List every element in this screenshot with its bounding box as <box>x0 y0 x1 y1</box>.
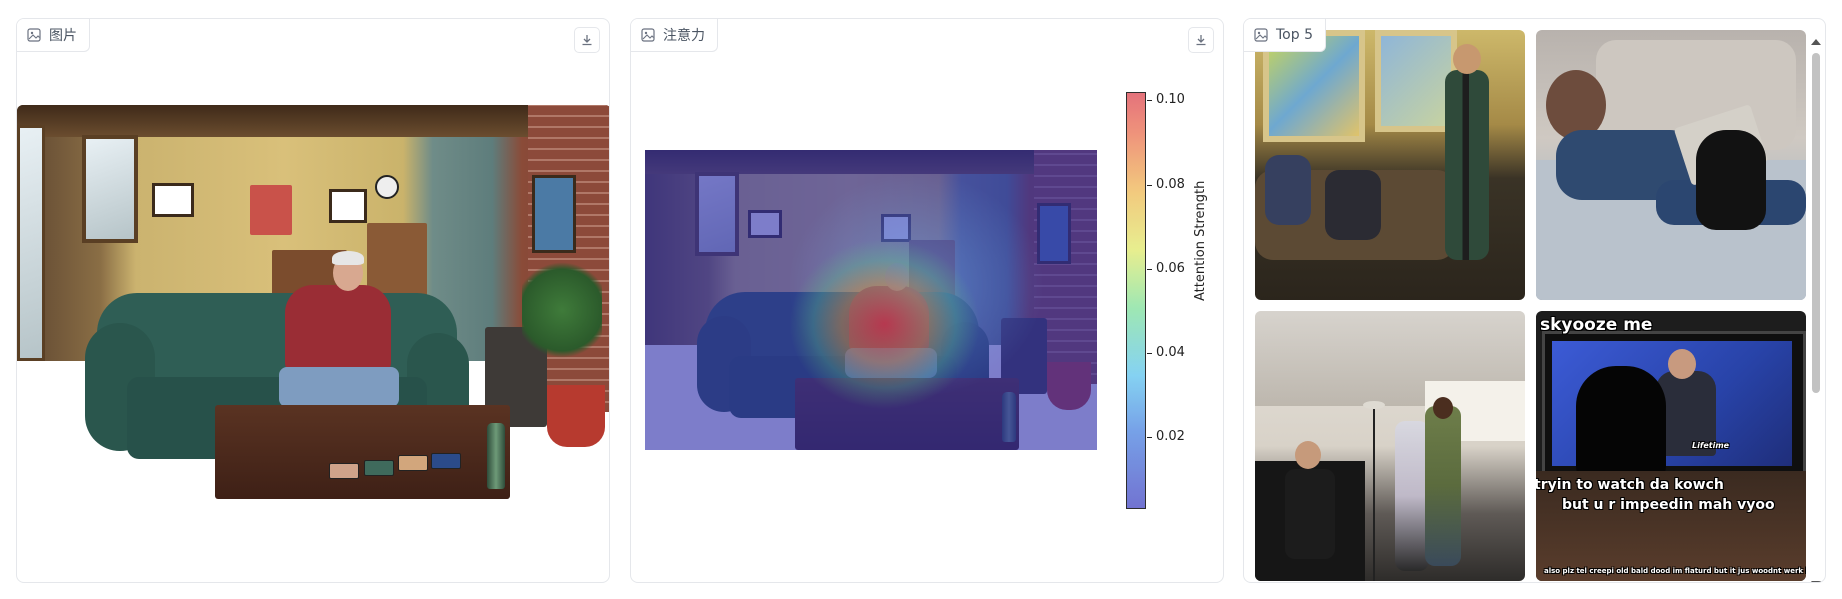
download-button[interactable] <box>574 27 600 53</box>
colorbar-tick-label: 0.02 <box>1156 429 1185 445</box>
colorbar-tick-label: 0.08 <box>1156 176 1185 192</box>
top5-panel-title: Top 5 <box>1276 27 1313 43</box>
image-panel-title: 图片 <box>49 28 77 44</box>
colorbar-tick <box>1147 268 1152 270</box>
meme-caption-middle-1: tryin to watch da kowch <box>1536 477 1724 493</box>
gallery-thumbnail[interactable] <box>1536 30 1806 300</box>
image-icon <box>641 28 655 42</box>
meme-caption-top: skyooze me <box>1540 315 1653 335</box>
colorbar-tick <box>1147 100 1152 102</box>
image-icon <box>27 28 41 42</box>
living-room-photo <box>17 105 609 499</box>
scrollbar-thumb[interactable] <box>1812 53 1820 393</box>
gallery-thumbnail[interactable] <box>1255 311 1525 581</box>
colorbar-tick <box>1147 437 1152 439</box>
scroll-down-arrow-icon[interactable] <box>1811 581 1821 582</box>
image-icon <box>1254 28 1268 42</box>
colorbar-tick-label: 0.06 <box>1156 260 1185 276</box>
download-button[interactable] <box>1188 27 1214 53</box>
gallery-thumbnail[interactable]: skyooze me Lifetime tryin to watch da ko… <box>1536 311 1806 581</box>
colorbar-tick <box>1147 184 1152 186</box>
attention-panel-label: 注意力 <box>631 19 718 52</box>
colorbar-tick-label: 0.04 <box>1156 345 1185 361</box>
image-panel: 图片 <box>16 18 610 583</box>
tv-logo: Lifetime <box>1692 441 1730 450</box>
colorbar-tick <box>1147 353 1152 355</box>
colorbar <box>1126 92 1146 509</box>
attention-panel: 注意力 0.10 0.08 0.06 0.04 0.02 Attention S… <box>630 18 1224 583</box>
meme-caption-middle-2: but u r impeedin mah vyoo <box>1562 497 1775 513</box>
top5-panel: Top 5 skyooze me Lifetime tryin to watch… <box>1243 18 1826 583</box>
attention-panel-title: 注意力 <box>663 28 705 44</box>
colorbar-title: Attention Strength <box>1193 180 1208 301</box>
colorbar-tick-label: 0.10 <box>1156 92 1185 108</box>
attention-heatmap-image <box>645 150 1097 450</box>
gallery-scrollbar[interactable] <box>1809 35 1823 582</box>
meme-caption-bottom: also plz tel creepi old bald dood im fla… <box>1544 567 1806 575</box>
scroll-up-arrow-icon[interactable] <box>1811 39 1821 45</box>
attention-overlay <box>645 150 1097 450</box>
download-icon <box>1196 35 1206 46</box>
gallery-thumbnail[interactable] <box>1255 30 1525 300</box>
top5-panel-label: Top 5 <box>1244 19 1326 52</box>
image-panel-label: 图片 <box>17 19 90 52</box>
download-icon <box>582 35 592 46</box>
